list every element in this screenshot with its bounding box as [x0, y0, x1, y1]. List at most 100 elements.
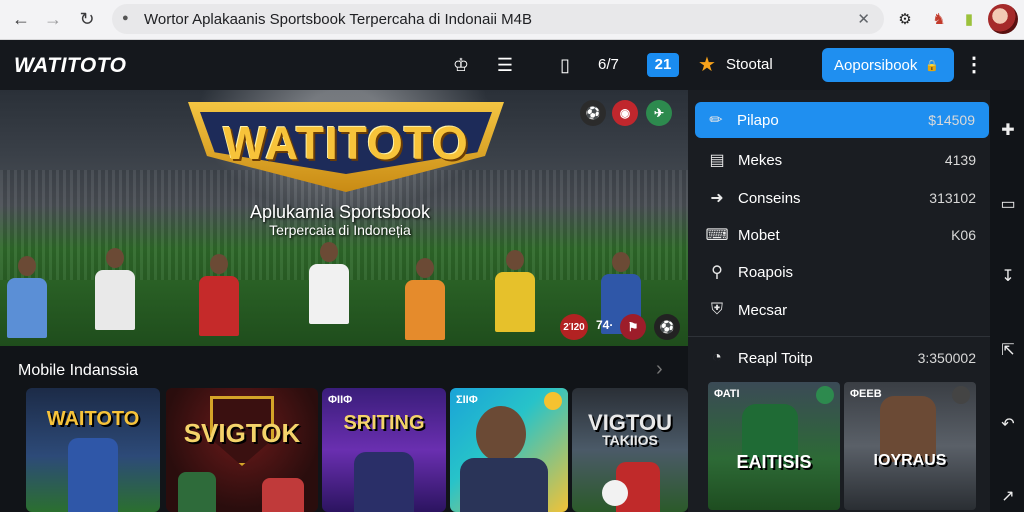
game-card[interactable]: ΦΙΙΦ SRITING — [322, 388, 446, 512]
game-card[interactable]: ΣΙΙΦ — [450, 388, 568, 512]
plus-icon[interactable]: ✚ — [998, 120, 1018, 140]
avatar[interactable] — [988, 4, 1018, 34]
game-card-title: WAITOTO — [46, 408, 140, 430]
player-figure — [4, 256, 50, 346]
undo-icon[interactable]: ↶ — [998, 414, 1018, 434]
lock-icon: 🔒 — [925, 59, 940, 72]
sportsbook-button[interactable]: Aoporsibook 🔒 — [822, 48, 954, 82]
phone-icon[interactable]: ▯ — [552, 52, 578, 78]
sidebar-item-mecsar[interactable]: ⛨ Mecsar — [696, 292, 990, 328]
coin-icon — [544, 392, 562, 410]
leaf-icon — [816, 386, 834, 404]
target-icon[interactable]: ◉ — [612, 100, 638, 126]
promo-card[interactable]: ΦΕΕΒ IOYRAUS — [844, 382, 976, 510]
promo-card-title: IOYRAUS — [873, 452, 947, 469]
game-card[interactable]: VIGTOU TAKIIOS — [572, 388, 688, 512]
sidebar-item-value: K06 — [951, 227, 976, 243]
sidebar-footer-label: Reapl Toitp — [738, 349, 813, 367]
external-link-icon[interactable]: ↗ — [998, 486, 1018, 506]
list-icon[interactable]: ☰ — [492, 52, 518, 78]
lock-icon: ● — [122, 12, 129, 24]
panel-icon: ▤ — [709, 152, 725, 169]
sidebar-item-pilapo[interactable]: ✏ Pilapo $14509 — [695, 102, 989, 138]
profile-extension-icon[interactable]: ♞ — [926, 6, 952, 32]
brand-logo[interactable]: WATITOTO — [14, 54, 127, 78]
sportsbook-button-label: Aoporsibook — [834, 56, 918, 74]
sidebar-footer-value: 3:350002 — [917, 350, 976, 366]
section-title: Mobile Indanssia — [18, 362, 139, 379]
player-figure — [476, 406, 526, 462]
hero-subtitle: Aplukamia Sportsbook — [249, 202, 431, 222]
browser-toolbar: ← → ↻ ● Wortor Aplakaanis Sportsbook Ter… — [0, 0, 1024, 40]
settings-icon — [952, 386, 970, 404]
collapse-icon[interactable]: ⇱ — [998, 340, 1018, 360]
sidebar-item-value: 4139 — [944, 152, 976, 168]
hero-subtitle-2: Terpercaia di Indoneția — [269, 222, 411, 238]
sidebar-item-value: 313102 — [929, 190, 976, 206]
edit-icon: ✏ — [709, 112, 723, 129]
trophy-icon[interactable]: ♔ — [448, 52, 474, 78]
more-menu-icon[interactable]: ⋮ — [964, 52, 984, 77]
sidebar-item-conseins[interactable]: ➜ Conseins 313102 — [696, 180, 990, 216]
ball-icon[interactable]: ⚽ — [580, 100, 606, 126]
sidebar-item-label: Pilapo — [737, 111, 779, 129]
sidebar: ✏ Pilapo $14509 ▤ Mekes 4139 ➜ Conseins … — [688, 90, 990, 512]
hero-banner[interactable]: WATITOTO Aplukamia Sportsbook Terpercaia… — [0, 90, 688, 346]
promo-card-tag: ΦΑΤΙ — [714, 388, 740, 400]
player-figure — [92, 248, 138, 346]
sidebar-item-mekes[interactable]: ▤ Mekes 4139 — [696, 142, 990, 178]
player-figure — [354, 452, 414, 512]
player-figure — [492, 250, 538, 346]
sidebar-item-label: Mekes — [738, 151, 783, 169]
sidebar-item-label: Mecsar — [738, 301, 788, 319]
reload-icon[interactable]: ↻ — [72, 4, 102, 34]
window-icon[interactable]: ▭ — [998, 194, 1018, 214]
stotal-link[interactable]: Stootal — [726, 56, 773, 73]
bolt-icon: ➜ — [710, 190, 724, 207]
right-rail: ✚ ▭ ↧ ⇱ ↶ ↗ — [990, 90, 1024, 512]
soccer-ball-icon — [602, 480, 628, 506]
player-figure — [306, 242, 352, 346]
player-figure — [196, 254, 242, 346]
key-icon: ⚲ — [711, 264, 723, 281]
sidebar-item-reapl-toitp[interactable]: ◔ Reapl Toitp 3:350002 — [696, 340, 990, 376]
gauge-icon: ◔ — [712, 349, 722, 366]
counter-text: 6/7 — [598, 56, 619, 73]
bottle-extension-icon[interactable]: ▮ — [956, 6, 982, 32]
forward-icon[interactable]: → — [38, 4, 68, 34]
sidebar-item-mobet[interactable]: ⌨ Mobet K06 — [696, 217, 990, 253]
clear-icon[interactable]: ✕ — [857, 10, 870, 28]
soccer-ball-icon[interactable]: ⚽ — [654, 314, 680, 340]
promo-card-title: EAITISIS — [736, 452, 812, 472]
flag-icon[interactable]: ⚑ — [620, 314, 646, 340]
game-card-title: SRITING — [343, 412, 425, 434]
back-icon[interactable]: ← — [6, 4, 36, 34]
game-card-tag: ΦΙΙΦ — [328, 394, 353, 406]
promo-card[interactable]: ΦΑΤΙ EAITISIS — [708, 382, 840, 510]
shield-icon: ⛨ — [710, 301, 723, 318]
gear-icon[interactable]: ⚙ — [892, 6, 918, 32]
game-card-title-2: TAKIIOS — [602, 432, 658, 448]
player-figure — [460, 458, 548, 512]
player-figure — [262, 478, 304, 512]
sidebar-item-roapois[interactable]: ⚲ Roapois — [696, 254, 990, 290]
address-bar[interactable]: ● Wortor Aplakaanis Sportsbook Terpercah… — [112, 4, 884, 34]
sidebar-item-label: Mobet — [738, 226, 780, 244]
keyboard-icon: ⌨ — [705, 227, 729, 244]
sidebar-item-label: Roapois — [738, 263, 794, 281]
player-figure — [68, 438, 118, 512]
score-text: 74· — [596, 318, 614, 332]
chevron-right-icon[interactable]: › — [656, 358, 663, 381]
score-badge: 2Ί20 — [560, 314, 588, 340]
game-card[interactable]: SVIGTOK — [166, 388, 318, 512]
game-card-title: SVIGTOK — [183, 418, 301, 448]
game-card-tag: ΣΙΙΦ — [456, 394, 478, 406]
player-figure — [178, 472, 216, 512]
sidebar-item-label: Conseins — [738, 189, 801, 207]
download-icon[interactable]: ↧ — [998, 266, 1018, 286]
player-figure — [402, 258, 448, 346]
url-text: Wortor Aplakaanis Sportsbook Terpercaha … — [144, 10, 533, 28]
count-badge[interactable]: 21 — [647, 53, 679, 77]
game-card[interactable]: WAITOTO — [26, 388, 160, 512]
plane-icon[interactable]: ✈ — [646, 100, 672, 126]
